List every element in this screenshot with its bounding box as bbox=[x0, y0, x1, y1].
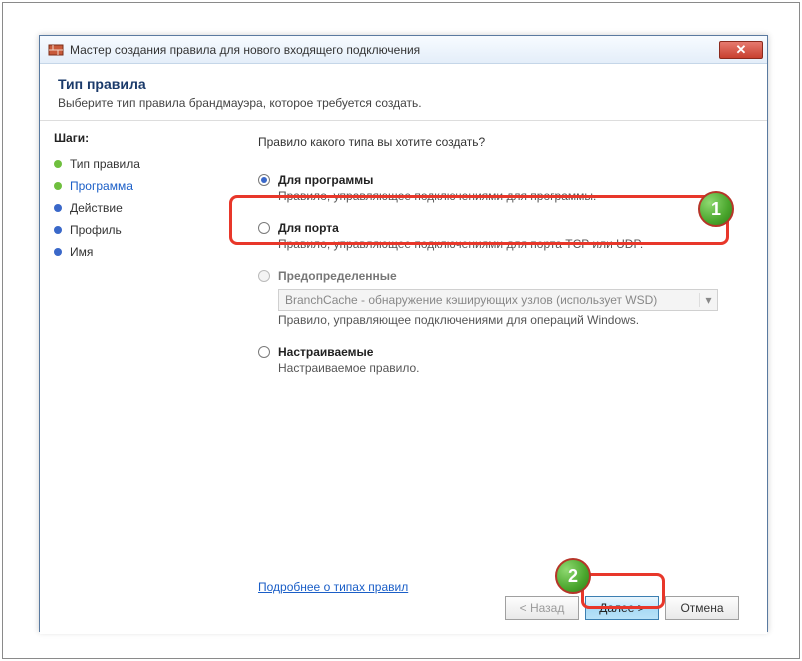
predefined-dropdown: BranchCache - обнаружение кэширующих узл… bbox=[278, 289, 718, 311]
option-port: Для порта Правило, управляющее подключен… bbox=[258, 221, 739, 251]
firewall-icon bbox=[48, 42, 64, 58]
page-subtitle: Выберите тип правила брандмауэра, которо… bbox=[58, 96, 749, 110]
step-label: Действие bbox=[70, 201, 123, 215]
step-name[interactable]: Имя bbox=[54, 241, 226, 263]
step-label: Имя bbox=[70, 245, 93, 259]
dropdown-text: BranchCache - обнаружение кэширующих узл… bbox=[285, 293, 699, 307]
wizard-window: Мастер создания правила для нового входя… bbox=[39, 35, 768, 632]
radio-program[interactable] bbox=[258, 174, 270, 186]
page-title: Тип правила bbox=[58, 76, 749, 92]
step-rule-type[interactable]: Тип правила bbox=[54, 153, 226, 175]
cancel-button[interactable]: Отмена bbox=[665, 596, 739, 620]
option-title: Предопределенные bbox=[278, 269, 397, 283]
button-row: < Назад Далее > Отмена bbox=[505, 596, 739, 620]
radio-custom[interactable] bbox=[258, 346, 270, 358]
option-desc: Правило, управляющее подключениями для о… bbox=[278, 313, 739, 327]
option-title: Для программы bbox=[278, 173, 373, 187]
step-label: Профиль bbox=[70, 223, 122, 237]
learn-more-link[interactable]: Подробнее о типах правил bbox=[258, 580, 408, 594]
main-panel: Правило какого типа вы хотите создать? Д… bbox=[240, 121, 767, 634]
screenshot-frame: Мастер создания правила для нового входя… bbox=[2, 2, 800, 659]
window-title: Мастер создания правила для нового входя… bbox=[70, 43, 719, 57]
option-desc: Настраиваемое правило. bbox=[278, 361, 739, 375]
steps-heading: Шаги: bbox=[54, 131, 226, 145]
step-program[interactable]: Программа bbox=[54, 175, 226, 197]
option-custom: Настраиваемые Настраиваемое правило. bbox=[258, 345, 739, 375]
steps-sidebar: Шаги: Тип правила Программа Действие Про… bbox=[40, 121, 240, 634]
step-label: Тип правила bbox=[70, 157, 140, 171]
bullet-icon bbox=[54, 226, 62, 234]
step-label: Программа bbox=[70, 179, 133, 193]
next-button[interactable]: Далее > bbox=[585, 596, 659, 620]
close-button[interactable]: ✕ bbox=[719, 41, 763, 59]
bullet-icon bbox=[54, 204, 62, 212]
radio-port[interactable] bbox=[258, 222, 270, 234]
option-title: Для порта bbox=[278, 221, 339, 235]
radio-predefined[interactable] bbox=[258, 270, 270, 282]
question-text: Правило какого типа вы хотите создать? bbox=[258, 135, 739, 149]
close-icon: ✕ bbox=[736, 42, 747, 58]
option-predefined: Предопределенные BranchCache - обнаружен… bbox=[258, 269, 739, 327]
bullet-icon bbox=[54, 160, 62, 168]
titlebar: Мастер создания правила для нового входя… bbox=[40, 36, 767, 64]
body: Шаги: Тип правила Программа Действие Про… bbox=[40, 121, 767, 634]
step-profile[interactable]: Профиль bbox=[54, 219, 226, 241]
option-desc: Правило, управляющее подключениями для п… bbox=[278, 189, 739, 203]
chevron-down-icon: ▾ bbox=[699, 293, 717, 307]
option-program: Для программы Правило, управляющее подкл… bbox=[258, 173, 739, 203]
option-desc: Правило, управляющее подключениями для п… bbox=[278, 237, 739, 251]
header: Тип правила Выберите тип правила брандма… bbox=[40, 64, 767, 121]
step-action[interactable]: Действие bbox=[54, 197, 226, 219]
bullet-icon bbox=[54, 248, 62, 256]
option-title: Настраиваемые bbox=[278, 345, 373, 359]
back-button[interactable]: < Назад bbox=[505, 596, 579, 620]
bullet-icon bbox=[54, 182, 62, 190]
